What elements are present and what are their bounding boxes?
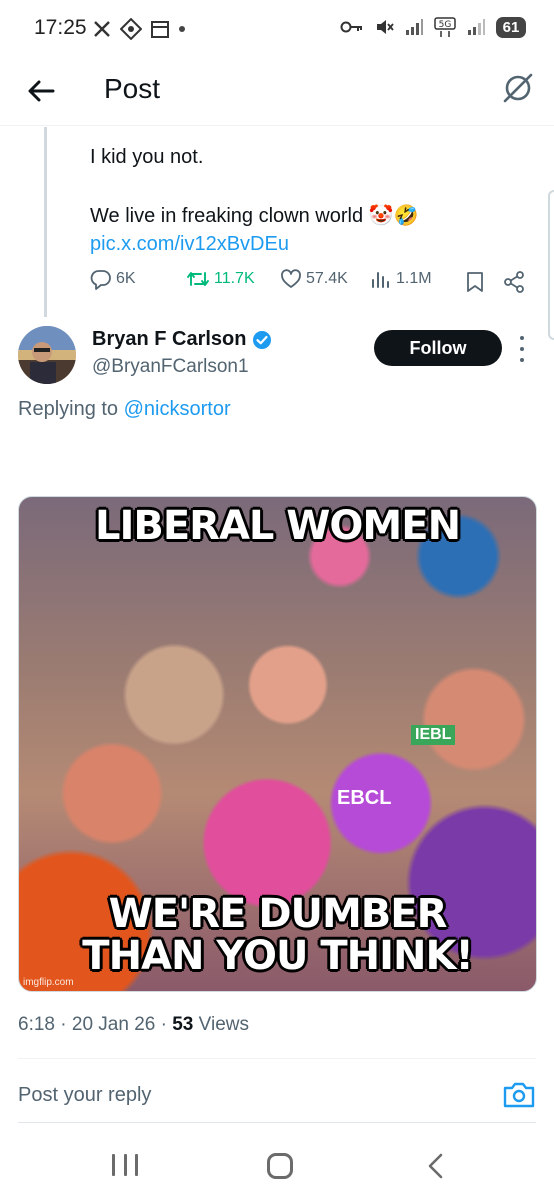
thread-connector-line <box>44 127 47 317</box>
view-count: 53 <box>172 1014 194 1035</box>
reply-icon <box>90 270 111 290</box>
meme-bottom-caption-2: THAN YOU THINK! <box>82 933 473 979</box>
system-back-icon[interactable] <box>424 1152 448 1180</box>
top-app-bar: Post <box>0 60 554 126</box>
battery-icon: 61 <box>496 16 526 38</box>
back-arrow-icon[interactable] <box>24 74 58 108</box>
views-bar-chart-icon <box>372 272 389 288</box>
replying-to: Replying to @nicksortor <box>18 398 231 420</box>
5g-icon: 5G <box>434 17 456 37</box>
views-action[interactable]: 1.1M <box>370 268 432 290</box>
tweet-media-link[interactable]: pic.x.com/iv12xBvDEu <box>90 233 289 256</box>
meme-top-caption: LIBERAL WOMEN <box>94 503 461 549</box>
avatar-photo <box>18 326 76 384</box>
tweet-text-line-1: I kid you not. <box>90 146 204 168</box>
calendar-icon <box>151 21 169 38</box>
divider <box>18 1058 536 1059</box>
reply-action[interactable]: 6K <box>90 268 136 290</box>
repost-action[interactable]: 11.7K <box>186 268 255 290</box>
recents-icon[interactable] <box>112 1154 138 1178</box>
like-count: 57.4K <box>306 270 348 287</box>
meme-shirt-text: EBCL <box>337 787 392 809</box>
grok-icon[interactable] <box>500 70 536 106</box>
system-nav-bar <box>0 1136 554 1200</box>
reply-media-image[interactable]: LIBERAL WOMEN IEBL EBCL WE'RE DUMBER THA… <box>18 496 537 992</box>
home-icon[interactable] <box>267 1153 293 1179</box>
author-name[interactable]: Bryan F Carlson <box>92 328 272 351</box>
tweet-action-bar: 6K 11.7K 57.4K 1.1M <box>90 268 530 300</box>
vpn-icon <box>120 18 142 40</box>
verified-badge-icon <box>253 330 272 349</box>
status-bar: 17:25 5G 61 <box>0 0 554 60</box>
more-options-icon[interactable] <box>514 336 530 362</box>
emoji-clown-laugh: 🤡🤣 <box>368 205 419 227</box>
status-time: 17:25 <box>34 16 87 39</box>
reply-input[interactable]: Post your reply <box>18 1084 151 1107</box>
signal-icon <box>468 19 485 35</box>
x-app-icon <box>94 21 110 37</box>
author-handle[interactable]: @BryanFCarlson1 <box>92 356 249 378</box>
post-timestamp: 6:18 · 20 Jan 26 · 53 Views <box>18 1014 249 1035</box>
meme-watermark: imgflip.com <box>23 977 74 988</box>
follow-button[interactable]: Follow <box>374 330 502 366</box>
avatar[interactable] <box>18 326 76 384</box>
views-count: 1.1M <box>396 270 432 287</box>
mute-icon <box>377 20 394 34</box>
svg-text:5G: 5G <box>439 20 452 30</box>
replying-to-handle[interactable]: @nicksortor <box>124 398 231 420</box>
heart-icon <box>281 269 301 288</box>
like-action[interactable]: 57.4K <box>280 268 348 290</box>
tweet-text-line-2: We live in freaking clown world 🤡🤣 <box>90 205 419 227</box>
meme-sign-text: IEBL <box>411 725 456 745</box>
camera-icon[interactable] <box>502 1080 536 1110</box>
repost-icon <box>187 272 209 286</box>
page-title: Post <box>104 73 161 104</box>
scroll-indicator <box>548 190 554 340</box>
meme-bottom-caption-1: WE'RE DUMBER <box>108 891 448 937</box>
bookmark-icon[interactable] <box>464 270 486 294</box>
signal-r-icon <box>406 19 423 35</box>
share-icon[interactable] <box>502 270 526 294</box>
key-icon <box>340 21 362 33</box>
dot-icon <box>179 26 185 32</box>
repost-count: 11.7K <box>214 270 255 287</box>
divider <box>18 1122 536 1123</box>
reply-count: 6K <box>116 270 136 287</box>
